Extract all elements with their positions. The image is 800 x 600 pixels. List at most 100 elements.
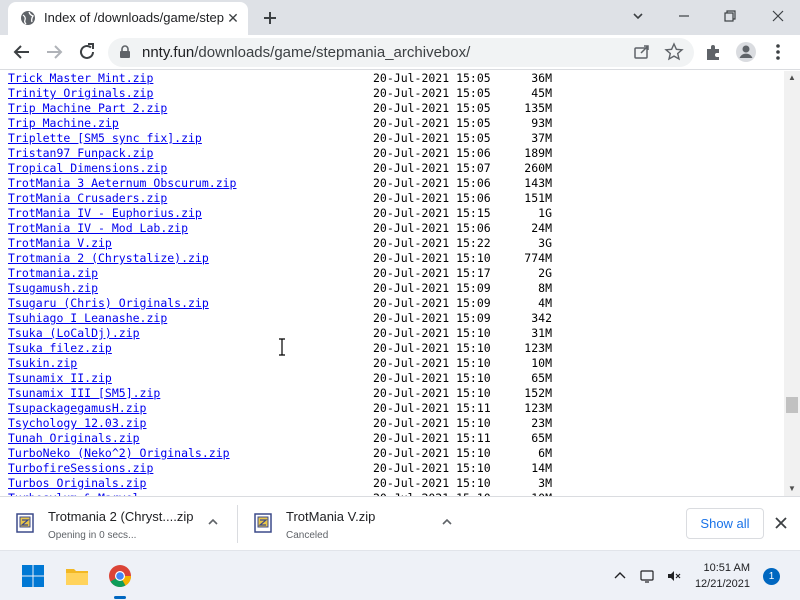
file-date: 20-Jul-2021 15:10 (373, 341, 491, 355)
file-size: 189M (524, 146, 552, 160)
tab-close-icon[interactable]: ✕ (225, 10, 241, 26)
scrollbar-thumb[interactable] (786, 397, 798, 413)
file-size: 135M (524, 101, 552, 115)
file-link[interactable]: Trip Machine Part 2.zip (8, 101, 167, 116)
file-date: 20-Jul-2021 15:09 (373, 311, 491, 325)
download-item[interactable]: Trotmania 2 (Chryst....zip Opening in 0 … (0, 497, 237, 551)
tab-strip: Index of /downloads/game/stepmania_archi… (0, 0, 800, 35)
file-link[interactable]: TrotMania Crusaders.zip (8, 191, 167, 206)
close-download-bar-icon[interactable] (773, 515, 789, 531)
file-link[interactable]: Tsunamix III [SM5].zip (8, 386, 160, 401)
file-size: 23M (531, 416, 552, 430)
file-link[interactable]: Tsychology 12.03.zip (8, 416, 146, 431)
file-size: 4M (538, 296, 552, 310)
file-date: 20-Jul-2021 15:10 (373, 326, 491, 340)
chevron-up-icon[interactable] (206, 515, 220, 529)
file-size: 143M (524, 176, 552, 190)
file-link[interactable]: Trinity Originals.zip (8, 86, 153, 101)
chevron-up-icon[interactable] (440, 515, 454, 529)
file-link[interactable]: TurbofireSessions.zip (8, 461, 153, 476)
file-link[interactable]: Tsunamix II.zip (8, 371, 112, 386)
windows-taskbar: 10:51 AM 12/21/2021 1 (0, 550, 800, 600)
network-icon[interactable] (640, 568, 656, 584)
extensions-puzzle-icon[interactable] (702, 40, 726, 64)
notification-badge[interactable]: 1 (763, 568, 780, 585)
file-date: 20-Jul-2021 15:06 (373, 191, 491, 205)
file-size: 8M (538, 281, 552, 295)
file-date: 20-Jul-2021 15:06 (373, 176, 491, 190)
file-size: 3G (538, 236, 552, 250)
download-filename: Trotmania 2 (Chryst....zip (48, 509, 194, 524)
file-size: 36M (531, 71, 552, 85)
windows-start-icon[interactable] (20, 563, 46, 589)
zip-file-icon (254, 513, 272, 533)
file-link[interactable]: Trip Machine.zip (8, 116, 119, 131)
file-link[interactable]: Tsuhiago I Leanashe.zip (8, 311, 167, 326)
kebab-menu-icon[interactable] (766, 40, 790, 64)
lock-icon[interactable] (118, 45, 132, 59)
download-status: Canceled (286, 530, 329, 541)
back-arrow-icon[interactable] (10, 40, 34, 64)
file-size: 24M (531, 221, 552, 235)
file-link[interactable]: Tsuka filez.zip (8, 341, 112, 356)
file-date: 20-Jul-2021 15:15 (373, 206, 491, 220)
file-date: 20-Jul-2021 15:06 (373, 146, 491, 160)
file-link[interactable]: TrotMania IV - Euphorius.zip (8, 206, 202, 221)
file-link[interactable]: TrotMania 3 Aeternum Obscurum.zip (8, 176, 236, 191)
file-link[interactable]: Trotmania.zip (8, 266, 98, 281)
file-link[interactable]: Triplette [SM5 sync fix].zip (8, 131, 202, 146)
window-close-icon[interactable] (766, 4, 790, 28)
chevron-up-icon[interactable] (612, 568, 628, 584)
download-item[interactable]: TrotMania V.zip Canceled (238, 497, 468, 551)
restore-icon[interactable] (718, 4, 742, 28)
tab-search-chevron-icon[interactable] (626, 4, 650, 28)
file-link[interactable]: Trick Master Mint.zip (8, 71, 153, 86)
file-size: 37M (531, 131, 552, 145)
file-date: 20-Jul-2021 15:06 (373, 221, 491, 235)
share-icon[interactable] (632, 42, 652, 62)
file-link[interactable]: Turbos Originals.zip (8, 476, 146, 491)
file-link[interactable]: Tsukin.zip (8, 356, 77, 371)
forward-arrow-icon[interactable] (42, 40, 66, 64)
file-link[interactable]: Tunah Originals.zip (8, 431, 140, 446)
show-all-button[interactable]: Show all (686, 508, 764, 539)
download-filename: TrotMania V.zip (286, 509, 376, 524)
file-link[interactable]: Tsuka (LoCalDj).zip (8, 326, 140, 341)
active-app-indicator (114, 596, 126, 599)
file-link[interactable]: Tropical Dimensions.zip (8, 161, 167, 176)
file-link[interactable]: Tristan97 Funpack.zip (8, 146, 153, 161)
address-bar[interactable]: nnty.fun/downloads/game/stepmania_archiv… (108, 38, 694, 67)
file-size: 2G (538, 266, 552, 280)
new-tab-icon[interactable] (258, 6, 282, 30)
file-date: 20-Jul-2021 15:17 (373, 266, 491, 280)
minimize-icon[interactable] (672, 4, 696, 28)
file-size: 45M (531, 86, 552, 100)
file-size: 151M (524, 191, 552, 205)
browser-tab[interactable]: Index of /downloads/game/stepmania_archi… (8, 2, 248, 35)
file-link[interactable]: TurboNeko (Neko^2) Originals.zip (8, 446, 230, 461)
file-link[interactable]: TrotMania IV - Mod Lab.zip (8, 221, 188, 236)
file-link[interactable]: Tsugamush.zip (8, 281, 98, 296)
file-link[interactable]: TrotMania V.zip (8, 236, 112, 251)
scroll-down-arrow-icon[interactable]: ▼ (784, 482, 800, 496)
file-date: 20-Jul-2021 15:10 (373, 476, 491, 490)
file-explorer-icon[interactable] (64, 563, 90, 589)
volume-muted-icon[interactable] (666, 568, 682, 584)
file-date: 20-Jul-2021 15:22 (373, 236, 491, 250)
vertical-scrollbar[interactable]: ▲ ▼ (784, 71, 800, 496)
file-link[interactable]: TsupackagegamusH.zip (8, 401, 146, 416)
file-date: 20-Jul-2021 15:10 (373, 251, 491, 265)
file-link[interactable]: Trotmania 2 (Chrystalize).zip (8, 251, 209, 266)
url-text: nnty.fun/downloads/game/stepmania_archiv… (142, 44, 470, 61)
profile-avatar-icon[interactable] (734, 40, 758, 64)
bookmark-star-icon[interactable] (664, 42, 684, 62)
globe-icon (21, 11, 35, 25)
reload-icon[interactable] (75, 40, 99, 64)
download-status: Opening in 0 secs... (48, 530, 137, 541)
file-link[interactable]: Tsugaru (Chris) Originals.zip (8, 296, 209, 311)
file-size: 14M (531, 461, 552, 475)
scroll-up-arrow-icon[interactable]: ▲ (784, 71, 800, 85)
system-clock[interactable]: 10:51 AM 12/21/2021 (690, 560, 750, 592)
file-date: 20-Jul-2021 15:10 (373, 446, 491, 460)
chrome-icon[interactable] (107, 563, 133, 589)
